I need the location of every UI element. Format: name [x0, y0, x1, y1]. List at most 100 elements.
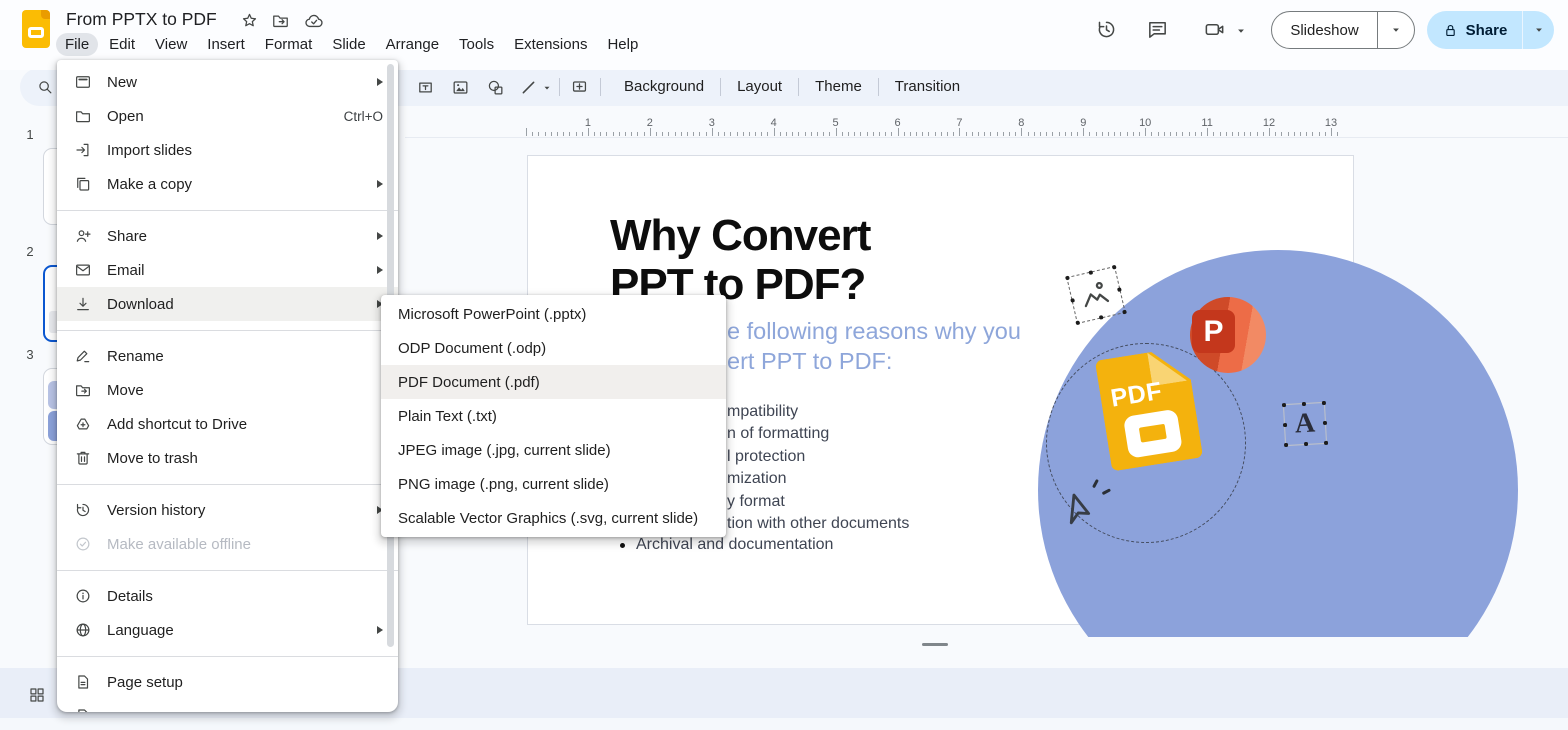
selection-handle[interactable]: [1070, 298, 1075, 303]
powerpoint-icon[interactable]: P: [1190, 297, 1266, 373]
slide-bullet-list[interactable]: mpatibility n of formatting l protection mi…: [727, 401, 909, 535]
submenu-arrow-icon: [377, 78, 383, 86]
camera-caret-icon[interactable]: [1234, 24, 1248, 38]
menu-item-add-shortcut-to-drive[interactable]: Add shortcut to Drive: [57, 407, 398, 441]
slide-number: 2: [26, 244, 34, 259]
menubar-help[interactable]: Help: [598, 33, 647, 56]
selection-handle[interactable]: [1065, 275, 1070, 280]
selection-handle[interactable]: [1301, 401, 1306, 406]
menu-item-move-to-trash[interactable]: Move to trash: [57, 441, 398, 475]
layout-button[interactable]: Layout: [721, 68, 798, 106]
search-icon[interactable]: [36, 78, 54, 96]
menubar-insert[interactable]: Insert: [198, 33, 254, 56]
menu-item-page-setup[interactable]: Page setup: [57, 665, 398, 699]
menubar-tools[interactable]: Tools: [450, 33, 503, 56]
menu-item-share[interactable]: Share: [57, 219, 398, 253]
insert-image-icon[interactable]: [451, 78, 470, 97]
menu-item-new[interactable]: New: [57, 65, 398, 99]
ruler-tick: [1077, 132, 1079, 136]
ruler-tick: [724, 132, 726, 136]
slide-subtitle-fragment[interactable]: ert PPT to PDF:: [727, 348, 892, 375]
menubar-format[interactable]: Format: [256, 33, 322, 56]
menubar-slide[interactable]: Slide: [323, 33, 374, 56]
insert-line-icon[interactable]: [519, 78, 538, 97]
ruler-tick: [1021, 128, 1023, 136]
submenu-item-microsoft-powerpoint-pptx[interactable]: Microsoft PowerPoint (.pptx): [381, 297, 726, 331]
cloud-saved-icon[interactable]: [304, 11, 324, 31]
submenu-item-jpeg-image-jpg-current-slide[interactable]: JPEG image (.jpg, current slide): [381, 433, 726, 467]
text-letter-object[interactable]: A: [1281, 400, 1328, 447]
slide-subtitle-fragment[interactable]: e following reasons why you: [727, 318, 1021, 345]
menu-item-rename[interactable]: Rename: [57, 339, 398, 373]
submenu-item-scalable-vector-graphics-svg-current-slide[interactable]: Scalable Vector Graphics (.svg, current …: [381, 501, 726, 535]
pdf-file-icon[interactable]: PDF: [1095, 346, 1203, 471]
menu-item-email[interactable]: Email: [57, 253, 398, 287]
grid-view-icon[interactable]: [28, 686, 46, 704]
insert-comment-icon[interactable]: [570, 78, 589, 97]
submenu-item-png-image-png-current-slide[interactable]: PNG image (.png, current slide): [381, 467, 726, 501]
selection-handle[interactable]: [1322, 420, 1327, 425]
ruler-tick: [575, 132, 577, 136]
slideshow-caret-button[interactable]: [1378, 23, 1414, 37]
selection-handle[interactable]: [1303, 441, 1308, 446]
google-slides-logo[interactable]: [22, 10, 50, 48]
ruler-tick: [594, 132, 596, 136]
menu-item-download[interactable]: Download: [57, 287, 398, 321]
ruler-tick: [953, 132, 955, 136]
submenu-item-pdf-document-pdf[interactable]: PDF Document (.pdf): [381, 365, 726, 399]
submenu-item-odp-document-odp[interactable]: ODP Document (.odp): [381, 331, 726, 365]
menubar-view[interactable]: View: [146, 33, 196, 56]
cursor-sketch-icon[interactable]: [1052, 486, 1097, 531]
selection-handle[interactable]: [1281, 402, 1286, 407]
menubar-edit[interactable]: Edit: [100, 33, 144, 56]
menu-item-version-history[interactable]: Version history: [57, 493, 398, 527]
transition-button[interactable]: Transition: [879, 68, 976, 106]
menu-item-make-a-copy[interactable]: Make a copy: [57, 167, 398, 201]
line-caret-icon[interactable]: [541, 82, 553, 94]
ruler-tick: [662, 132, 664, 136]
selection-handle[interactable]: [1075, 320, 1080, 325]
star-icon[interactable]: [240, 11, 259, 30]
selection-handle[interactable]: [1282, 422, 1287, 427]
version-history-icon[interactable]: [1095, 18, 1118, 41]
background-button[interactable]: Background: [608, 68, 720, 106]
share-button[interactable]: Share: [1427, 11, 1522, 49]
selection-handle[interactable]: [1122, 309, 1127, 314]
selection-handle[interactable]: [1111, 264, 1117, 270]
document-title[interactable]: From PPTX to PDF: [66, 9, 217, 30]
ruler-tick: [810, 132, 812, 136]
selection-handle[interactable]: [1088, 270, 1093, 275]
theme-button[interactable]: Theme: [799, 68, 878, 106]
menu-item-move[interactable]: Move: [57, 373, 398, 407]
camera-presentation-icon[interactable]: [1203, 18, 1226, 41]
menu-item-import-slides[interactable]: Import slides: [57, 133, 398, 167]
menu-item-details[interactable]: Details: [57, 579, 398, 613]
menu-item-clipped[interactable]: [57, 699, 398, 712]
menubar-arrange[interactable]: Arrange: [377, 33, 448, 56]
menu-item-language[interactable]: Language: [57, 613, 398, 647]
ruler-tick: [978, 132, 980, 136]
selection-handle[interactable]: [1283, 442, 1288, 447]
menubar-extensions[interactable]: Extensions: [505, 33, 596, 56]
text-box-icon[interactable]: [416, 78, 435, 97]
ruler-tick: [891, 132, 893, 136]
menu-bar: File Edit View Insert Format Slide Arrange Tool…: [56, 33, 647, 56]
submenu-item-plain-text-txt[interactable]: Plain Text (.txt): [381, 399, 726, 433]
comments-icon[interactable]: [1146, 18, 1169, 41]
selection-handle[interactable]: [1116, 287, 1122, 292]
slide-bullet-item[interactable]: Archival and documentation: [620, 536, 833, 554]
insert-shape-icon[interactable]: [486, 78, 505, 97]
ruler-tick: [1194, 132, 1196, 136]
ruler-tick: [538, 132, 540, 136]
notes-drag-handle[interactable]: [922, 643, 948, 646]
menu-item-open[interactable]: Open Ctrl+O: [57, 99, 398, 133]
menubar-file[interactable]: File: [56, 33, 99, 56]
offline-check-icon: [74, 535, 92, 553]
ruler-tick: [686, 132, 688, 136]
share-caret-button[interactable]: [1523, 11, 1554, 49]
move-folder-icon[interactable]: [271, 11, 290, 30]
selection-handle[interactable]: [1323, 440, 1328, 445]
ruler-tick: [817, 132, 819, 136]
selection-handle[interactable]: [1321, 400, 1326, 405]
slideshow-button[interactable]: Slideshow: [1272, 22, 1377, 39]
